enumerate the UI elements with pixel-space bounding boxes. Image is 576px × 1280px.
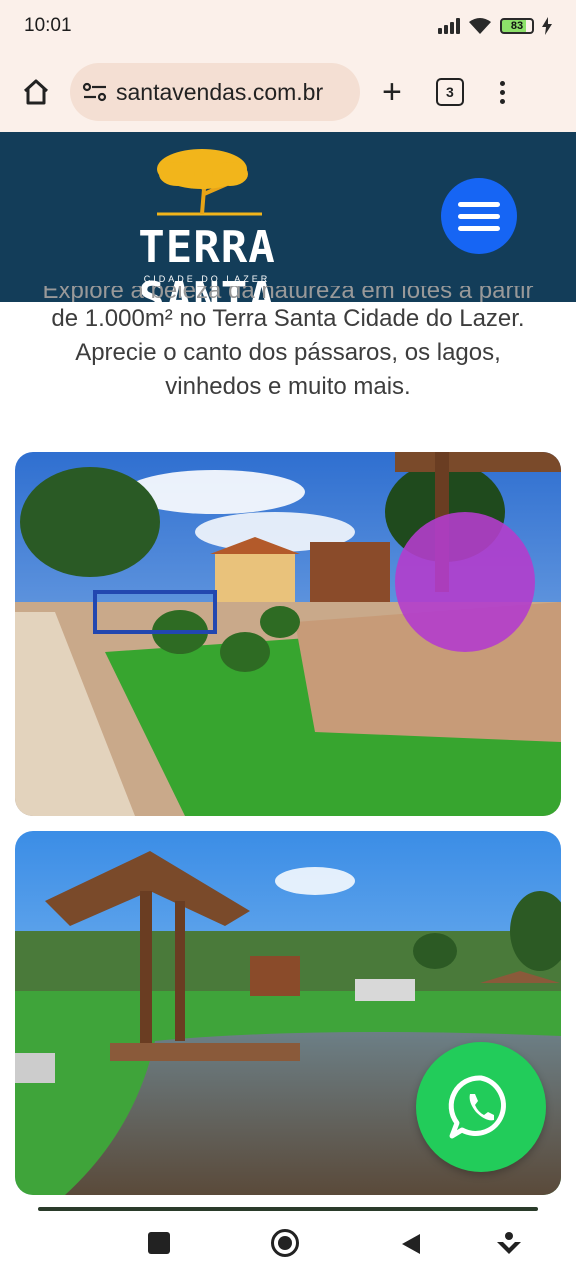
tree-icon <box>157 149 262 216</box>
charging-icon <box>542 17 552 35</box>
recents-button[interactable] <box>148 1232 170 1254</box>
intro-line-2: Aprecie o canto dos pássaros, os lagos, <box>75 339 501 366</box>
photo-park-playground <box>15 452 561 816</box>
status-time: 10:01 <box>24 15 72 36</box>
home-icon <box>23 79 49 105</box>
intro-line-3: vinhedos e muito mais. <box>165 373 411 400</box>
intro-text: Explore a beleza da natureza em lotes a … <box>0 286 576 404</box>
home-button[interactable] <box>16 72 56 112</box>
intro-line-0: Explore a beleza da natureza em lotes a … <box>42 286 534 302</box>
status-icons: 83 <box>438 17 552 35</box>
assistant-icon[interactable] <box>495 1230 523 1258</box>
browser-menu-button[interactable] <box>499 80 505 104</box>
photo-card-edge <box>38 1207 538 1211</box>
site-header: TERRA SANTA CIDADE DO LAZER <box>0 132 576 324</box>
back-icon[interactable] <box>400 1232 422 1256</box>
url-bar[interactable]: santavendas.com.br <box>70 63 360 121</box>
tab-switcher-button[interactable]: 3 <box>435 78 464 106</box>
whatsapp-button[interactable] <box>416 1042 546 1172</box>
battery-icon: 83 <box>500 18 534 34</box>
browser-toolbar: santavendas.com.br + 3 <box>0 52 576 132</box>
site-settings-icon[interactable] <box>82 81 108 103</box>
tab-count: 3 <box>445 84 454 100</box>
url-text: santavendas.com.br <box>116 78 324 105</box>
intro-line-1: de 1.000m² no Terra Santa Cidade do Laze… <box>51 305 525 332</box>
home-system-button[interactable] <box>271 1229 299 1257</box>
site-logo[interactable]: TERRA SANTA CIDADE DO LAZER <box>82 144 332 324</box>
wifi-icon <box>469 18 491 34</box>
whatsapp-icon <box>448 1075 506 1139</box>
logo-subtitle: CIDADE DO LAZER <box>143 274 271 284</box>
new-tab-button[interactable]: + <box>382 75 402 109</box>
status-bar: 10:01 83 <box>0 0 576 52</box>
battery-level: 83 <box>510 20 524 32</box>
signal-icon <box>438 18 460 34</box>
system-nav-bar <box>0 1212 576 1280</box>
menu-button[interactable] <box>441 178 517 254</box>
